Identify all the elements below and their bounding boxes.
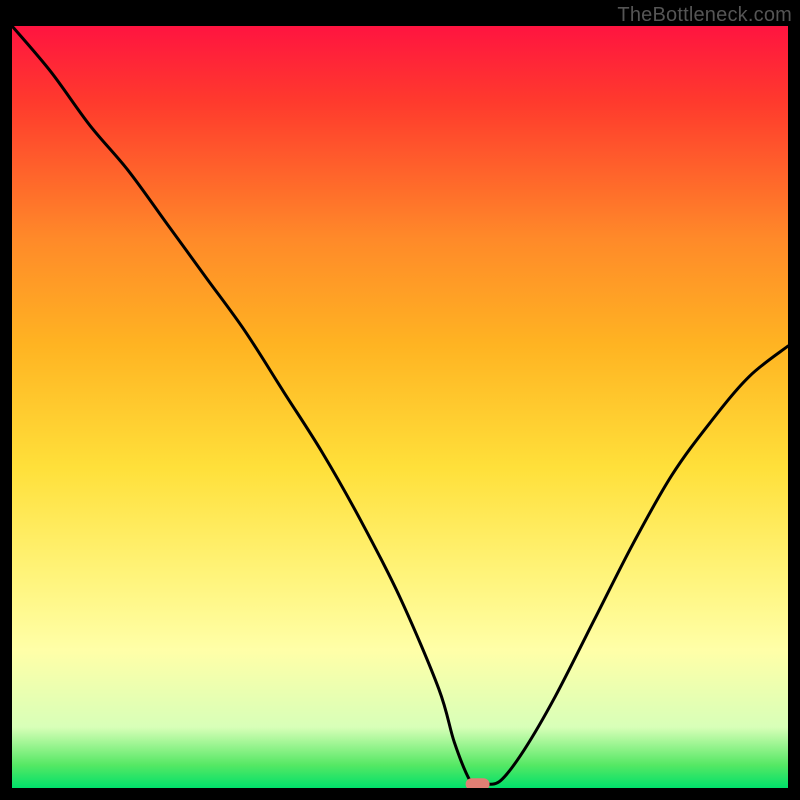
bottleneck-plot	[12, 26, 788, 788]
chart-stage: TheBottleneck.com	[0, 0, 800, 800]
optimal-marker	[466, 778, 490, 788]
watermark-text: TheBottleneck.com	[617, 4, 792, 27]
bottleneck-plot-svg	[12, 26, 788, 788]
gradient-background	[12, 26, 788, 788]
